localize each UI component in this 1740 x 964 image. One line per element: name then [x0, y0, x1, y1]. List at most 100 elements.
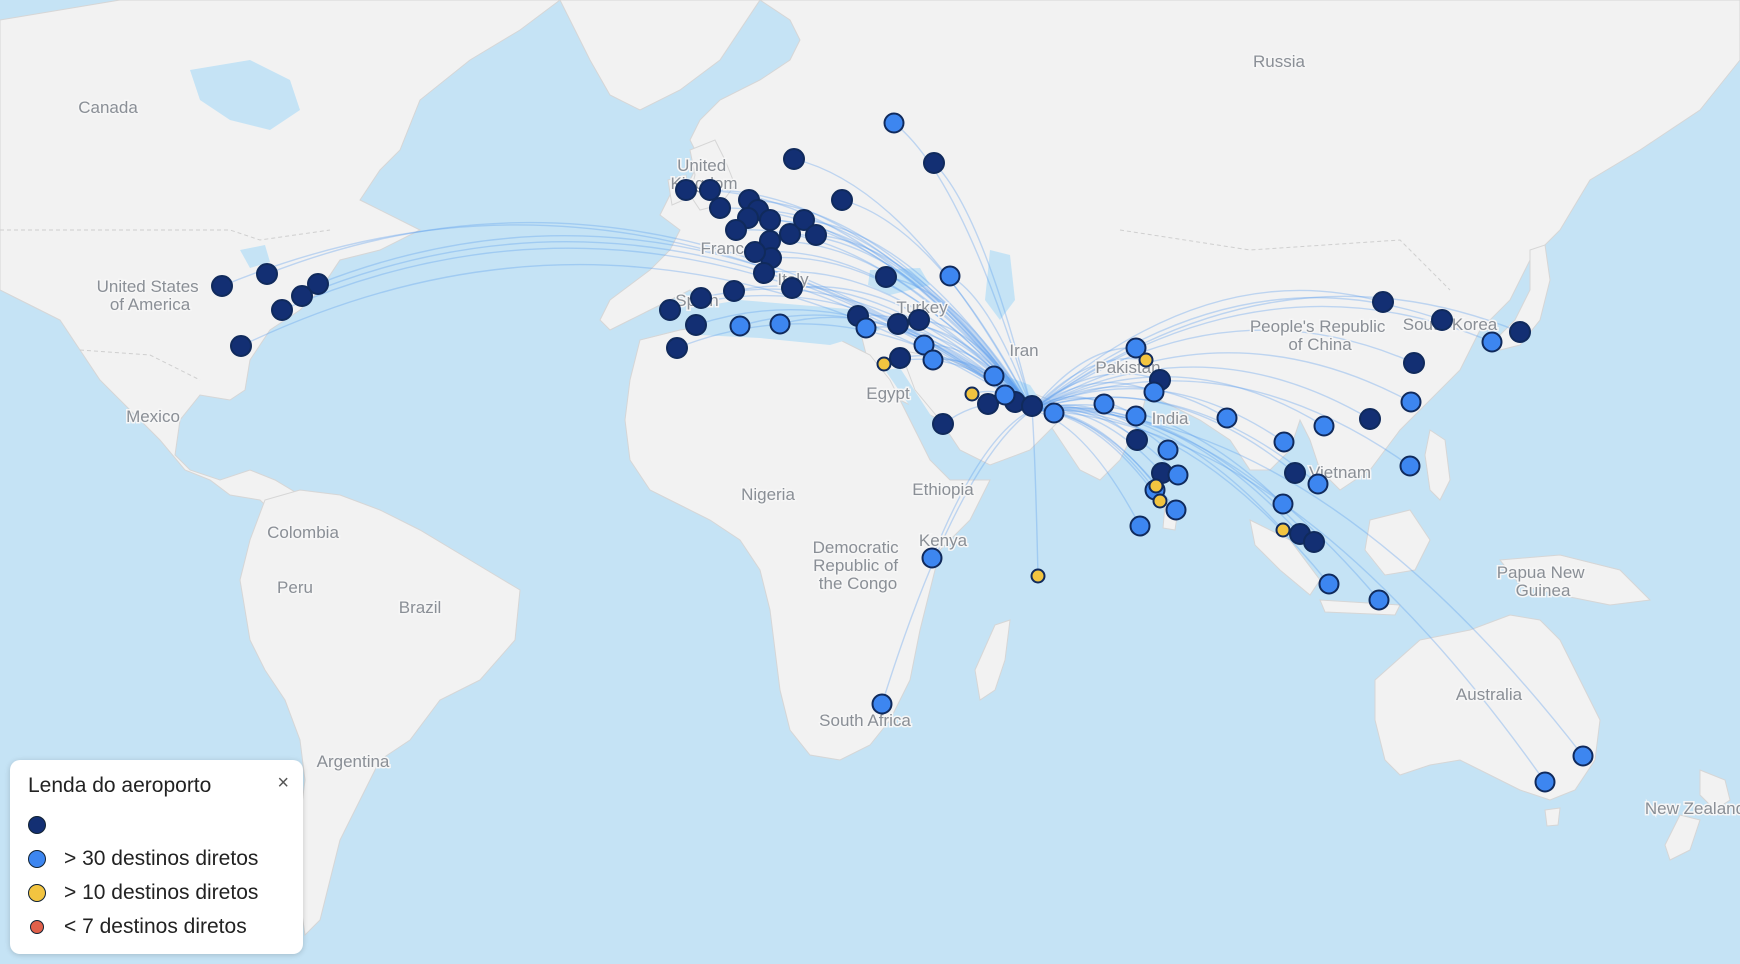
airport-marker-hub[interactable]: [256, 263, 278, 285]
airport-marker-hub[interactable]: [781, 277, 803, 299]
airport-marker-hub[interactable]: [1284, 462, 1306, 484]
airport-marker-hub[interactable]: [753, 262, 775, 284]
airport-marker-large[interactable]: [1572, 745, 1594, 767]
label-brazil: Brazil: [399, 598, 442, 617]
airport-marker-hub[interactable]: [744, 241, 766, 263]
airport-marker-large[interactable]: [1272, 493, 1294, 515]
airport-marker-medium[interactable]: [1030, 568, 1046, 584]
airport-marker-large[interactable]: [983, 365, 1005, 387]
airport-marker-hub[interactable]: [1509, 321, 1531, 343]
label-usa: United States of America: [97, 277, 204, 314]
tasmania-land: [1544, 807, 1561, 827]
airport-marker-large[interactable]: [1143, 381, 1165, 403]
label-china-line2: of China: [1288, 335, 1352, 354]
airport-marker-medium[interactable]: [1152, 493, 1168, 509]
airport-marker-hub[interactable]: [723, 280, 745, 302]
airport-marker-large[interactable]: [1167, 464, 1189, 486]
label-drc-line1: Democratic: [813, 538, 899, 557]
airport-marker-hub[interactable]: [699, 179, 721, 201]
label-canada: Canada: [78, 98, 138, 117]
airport-marker-large[interactable]: [939, 265, 961, 287]
airport-marker-hub[interactable]: [875, 266, 897, 288]
label-argentina: Argentina: [317, 752, 390, 771]
label-new-zealand: New Zealand: [1645, 799, 1740, 818]
label-kenya: Kenya: [919, 531, 968, 550]
airport-marker-hub[interactable]: [1359, 408, 1381, 430]
airport-marker-hub[interactable]: [271, 299, 293, 321]
airport-marker-large[interactable]: [1129, 515, 1151, 537]
airport-marker-hub[interactable]: [1403, 352, 1425, 374]
airport-marker-large[interactable]: [1273, 431, 1295, 453]
legend-dot-hub: [28, 816, 46, 834]
airport-marker-hub[interactable]: [211, 275, 233, 297]
airport-marker-large[interactable]: [1125, 405, 1147, 427]
airport-marker-large[interactable]: [769, 313, 791, 335]
airport-marker-large[interactable]: [1400, 391, 1422, 413]
airport-marker-large[interactable]: [921, 547, 943, 569]
airport-marker-hub[interactable]: [831, 189, 853, 211]
legend-item-large: > 30 destinos diretos: [28, 842, 285, 876]
airport-marker-hub[interactable]: [923, 152, 945, 174]
airport-marker-hub[interactable]: [783, 148, 805, 170]
close-icon[interactable]: ×: [277, 772, 289, 795]
airport-marker-hub[interactable]: [805, 224, 827, 246]
legend-item-small: < 7 destinos diretos: [28, 910, 285, 944]
airport-marker-large[interactable]: [1307, 473, 1329, 495]
legend-dot-medium: [28, 884, 46, 902]
airport-marker-hub[interactable]: [659, 299, 681, 321]
airport-marker-hub[interactable]: [675, 179, 697, 201]
label-colombia: Colombia: [267, 523, 339, 542]
airport-marker-hub[interactable]: [709, 197, 731, 219]
airport-marker-hub[interactable]: [1372, 291, 1394, 313]
airport-marker-large[interactable]: [1216, 407, 1238, 429]
airport-marker-hub[interactable]: [685, 314, 707, 336]
label-drc-line3: the Congo: [819, 574, 897, 593]
label-drc: Democratic Republic of the Congo: [813, 538, 904, 593]
airport-marker-hub[interactable]: [908, 309, 930, 331]
airport-marker-medium[interactable]: [1148, 478, 1164, 494]
airport-marker-large[interactable]: [1534, 771, 1556, 793]
airport-marker-large[interactable]: [871, 693, 893, 715]
airport-marker-hub[interactable]: [1021, 395, 1043, 417]
airport-marker-hub[interactable]: [887, 313, 909, 335]
label-peru: Peru: [277, 578, 313, 597]
airport-marker-hub[interactable]: [690, 287, 712, 309]
airport-marker-large[interactable]: [1093, 393, 1115, 415]
airport-marker-medium[interactable]: [964, 386, 980, 402]
airport-marker-hub[interactable]: [932, 413, 954, 435]
label-usa-line2: of America: [110, 295, 191, 314]
airport-marker-large[interactable]: [1165, 499, 1187, 521]
airport-marker-large[interactable]: [994, 384, 1016, 406]
airport-marker-large[interactable]: [729, 315, 751, 337]
airport-marker-large[interactable]: [855, 317, 877, 339]
airport-marker-medium[interactable]: [876, 356, 892, 372]
airport-marker-large[interactable]: [1318, 573, 1340, 595]
airport-legend: Lenda do aeroporto × > 30 destinos diret…: [10, 760, 303, 954]
airport-marker-hub[interactable]: [1126, 429, 1148, 451]
airport-marker-medium[interactable]: [1275, 522, 1291, 538]
airport-marker-large[interactable]: [1313, 415, 1335, 437]
airport-marker-hub[interactable]: [1303, 531, 1325, 553]
airport-marker-hub[interactable]: [725, 219, 747, 241]
legend-item-medium: > 10 destinos diretos: [28, 876, 285, 910]
airport-marker-hub[interactable]: [889, 347, 911, 369]
airport-marker-large[interactable]: [1368, 589, 1390, 611]
label-drc-line2: Republic of: [813, 556, 898, 575]
airport-marker-large[interactable]: [883, 112, 905, 134]
airport-marker-large[interactable]: [1043, 402, 1065, 424]
airport-marker-large[interactable]: [922, 349, 944, 371]
airport-marker-hub[interactable]: [307, 273, 329, 295]
airport-marker-large[interactable]: [1399, 455, 1421, 477]
label-usa-line1: United States: [97, 277, 199, 296]
airport-marker-large[interactable]: [1481, 331, 1503, 353]
airport-marker-hub[interactable]: [1431, 309, 1453, 331]
label-mexico: Mexico: [126, 407, 180, 426]
airport-marker-large[interactable]: [1157, 439, 1179, 461]
airport-marker-hub[interactable]: [759, 209, 781, 231]
airport-marker-hub[interactable]: [230, 335, 252, 357]
label-iran: Iran: [1009, 341, 1038, 360]
airport-marker-medium[interactable]: [1138, 352, 1154, 368]
label-png-line1: Papua New: [1497, 563, 1586, 582]
label-australia: Australia: [1456, 685, 1523, 704]
airport-marker-hub[interactable]: [666, 337, 688, 359]
